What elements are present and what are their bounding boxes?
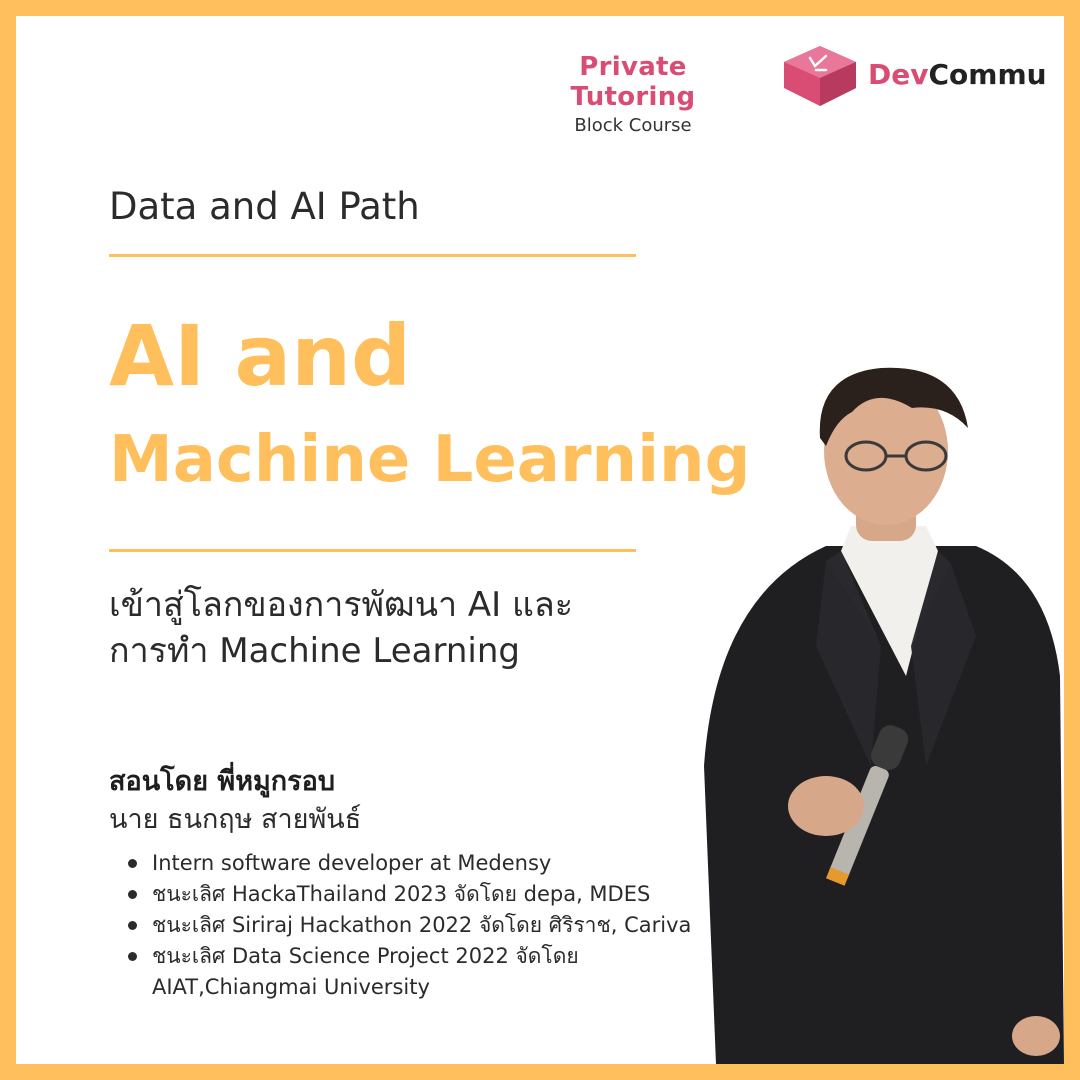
poster-frame: Private Tutoring Block Course DevCommu D… [0,0,1080,1080]
course-title: Private Tutoring [570,52,696,112]
bullet-icon [128,859,137,868]
keycap-logo-icon [784,46,856,106]
credential-item: ชนะเลิศ Siriraj Hackathon 2022 จัดโดย ศิ… [126,910,726,941]
credential-item: ชนะเลิศ HackaThailand 2023 จัดโดย depa, … [126,879,726,910]
divider-top [109,254,636,257]
description-line2: การทำ Machine Learning [109,631,520,671]
headline-line2: Machine Learning [109,423,751,497]
divider-bottom [109,549,636,552]
credential-text: ชนะเลิศ Siriraj Hackathon 2022 จัดโดย ศิ… [152,913,692,937]
poster-card: Private Tutoring Block Course DevCommu D… [16,16,1064,1064]
bullet-icon [128,921,137,930]
course-description: เข้าสู่โลกของการพัฒนา AI และ การทำ Machi… [109,582,573,674]
headline-line1: AI and [109,307,412,405]
logo-dev: Dev [868,58,929,91]
devcommu-logo: DevCommu [868,58,1047,92]
credential-text: ชนะเลิศ HackaThailand 2023 จัดโดย depa, … [152,882,651,906]
logo-commu: Commu [928,58,1047,91]
course-subtitle: Block Course [574,115,692,136]
credential-text: Intern software developer at Medensy [152,851,552,875]
bullet-icon [128,952,137,961]
credential-text: ชนะเลิศ Data Science Project 2022 จัดโดย… [152,944,579,999]
description-line1: เข้าสู่โลกของการพัฒนา AI และ [109,585,573,625]
teacher-label: สอนโดย พี่หมูกรอบ [109,766,336,797]
presenter-photo [704,367,1064,1064]
credential-item: Intern software developer at Medensy [126,848,726,879]
path-title: Data and AI Path [109,185,420,228]
credentials-list: Intern software developer at Medensy ชนะ… [126,848,726,1003]
bullet-icon [128,890,137,899]
course-brand: Private Tutoring Block Course [513,52,753,138]
teacher-full-name: นาย ธนกฤษ สายพันธ์ [109,804,362,835]
credential-item: ชนะเลิศ Data Science Project 2022 จัดโดย… [126,941,726,1003]
